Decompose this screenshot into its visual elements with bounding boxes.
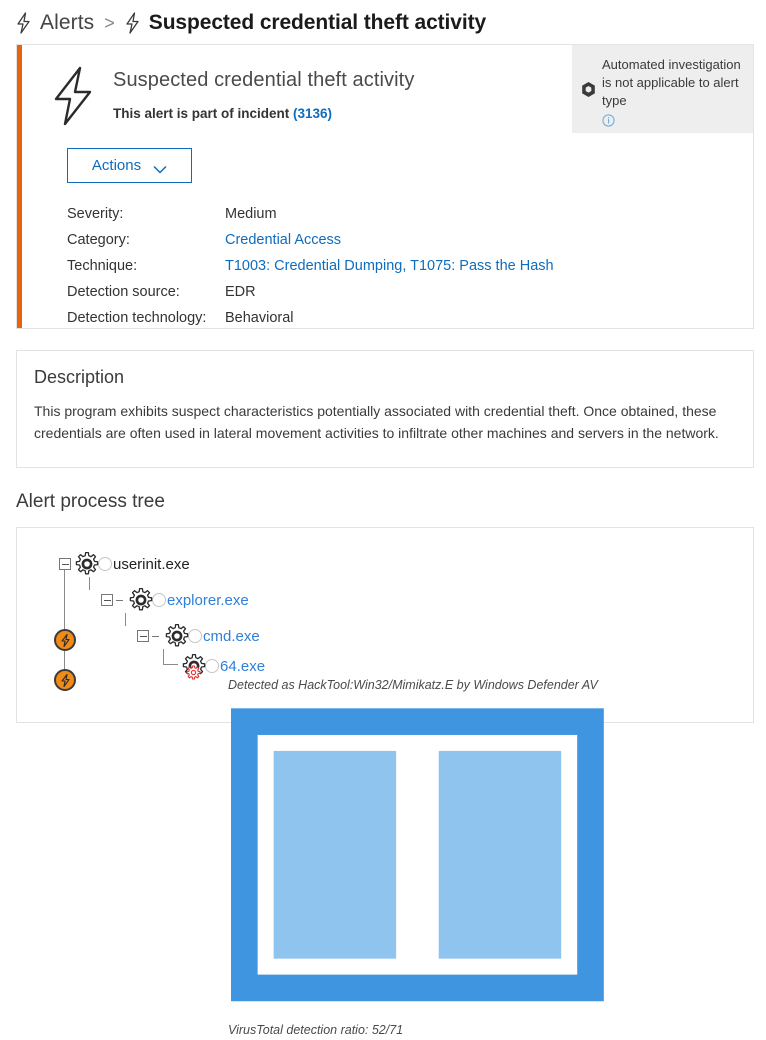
expander-cmd[interactable] xyxy=(137,630,149,642)
breadcrumb-alerts-link[interactable]: Alerts xyxy=(40,11,94,35)
process-gear-icon xyxy=(128,587,154,613)
alert-metadata-list: Severity: Medium Category: Credential Ac… xyxy=(67,206,753,326)
tree-connector xyxy=(89,577,90,590)
defender-shield-icon xyxy=(581,81,596,98)
tree-connector xyxy=(152,635,159,637)
meta-value-detection-technology: Behavioral xyxy=(225,310,294,326)
tree-connector xyxy=(163,649,178,665)
meta-value-detection-source: EDR xyxy=(225,284,256,300)
process-name-userinit: userinit.exe xyxy=(113,555,190,573)
alert-title: Suspected credential theft activity xyxy=(113,69,415,91)
automated-investigation-text: Automated investigation is not applicabl… xyxy=(602,57,741,108)
alert-bolt-icon xyxy=(16,12,31,34)
meta-label-category: Category: xyxy=(67,232,130,248)
process-status-ring xyxy=(205,659,219,673)
alert-bolt-icon xyxy=(50,65,96,127)
process-name-cmd[interactable]: cmd.exe xyxy=(203,628,260,645)
chevron-down-icon xyxy=(153,161,167,174)
process-status-ring xyxy=(188,629,202,643)
automated-investigation-panel: Automated investigation is not applicabl… xyxy=(572,45,753,133)
description-body: This program exhibits suspect characteri… xyxy=(34,403,719,441)
process-node-cmd[interactable]: cmd.exe xyxy=(137,623,260,649)
breadcrumb-current-page: Suspected credential theft activity xyxy=(148,11,487,34)
meta-value-severity: Medium xyxy=(225,206,277,222)
meta-label-severity: Severity: xyxy=(67,206,124,222)
description-card: Description This program exhibits suspec… xyxy=(16,350,754,468)
process-tree-timeline-rail xyxy=(64,560,65,685)
expander-explorer[interactable] xyxy=(101,594,113,606)
incident-prefix-text: This alert is part of incident xyxy=(113,106,294,121)
process-gear-icon xyxy=(181,653,207,680)
meta-value-category[interactable]: Credential Access xyxy=(225,232,753,248)
info-circle-icon[interactable] xyxy=(602,114,615,127)
alert-marker-1[interactable] xyxy=(54,629,76,651)
meta-label-detection-technology: Detection technology: xyxy=(67,310,207,326)
alert-bolt-icon xyxy=(125,12,140,34)
process-status-ring xyxy=(98,557,112,571)
detection-details: Detected as HackTool:Win32/Mimikatz.E by… xyxy=(228,676,604,1040)
book-icon[interactable] xyxy=(231,708,604,1018)
actions-button[interactable]: Actions xyxy=(67,148,192,183)
meta-value-technique[interactable]: T1003: Credential Dumping, T1075: Pass t… xyxy=(225,258,753,274)
detection-line-virustotal: VirusTotal detection ratio: 52/71 xyxy=(228,1022,404,1037)
breadcrumb-separator: > xyxy=(104,12,115,33)
tree-connector xyxy=(125,613,126,626)
detection-line-av: Detected as HackTool:Win32/Mimikatz.E by… xyxy=(228,676,604,1021)
alert-summary-card: Suspected credential theft activity This… xyxy=(16,44,754,329)
tree-connector xyxy=(116,599,123,601)
meta-label-technique: Technique: xyxy=(67,258,138,274)
breadcrumb: Alerts > Suspected credential theft acti… xyxy=(0,0,766,34)
description-title: Description xyxy=(34,367,125,387)
alert-marker-2[interactable] xyxy=(54,669,76,691)
meta-label-detection-source: Detection source: xyxy=(67,284,180,300)
process-gear-icon xyxy=(164,623,190,649)
process-tree-card: userinit.exe explorer.exe cmd.exe 64.exe… xyxy=(16,527,754,1037)
detection-av-text: Detected as HackTool:Win32/Mimikatz.E by… xyxy=(228,678,598,692)
process-node-userinit[interactable]: userinit.exe xyxy=(59,551,190,577)
incident-link[interactable]: (3136) xyxy=(293,106,332,121)
process-node-explorer[interactable]: explorer.exe xyxy=(101,587,249,613)
process-name-64exe[interactable]: 64.exe xyxy=(220,658,265,675)
process-status-ring xyxy=(152,593,166,607)
malicious-gear-icon xyxy=(186,665,201,680)
actions-button-label: Actions xyxy=(91,157,142,174)
process-gear-icon xyxy=(74,551,100,577)
incident-association: This alert is part of incident (3136) xyxy=(113,106,414,121)
expander-userinit[interactable] xyxy=(59,558,71,570)
process-name-explorer[interactable]: explorer.exe xyxy=(167,592,249,609)
process-tree-heading: Alert process tree xyxy=(16,491,165,512)
